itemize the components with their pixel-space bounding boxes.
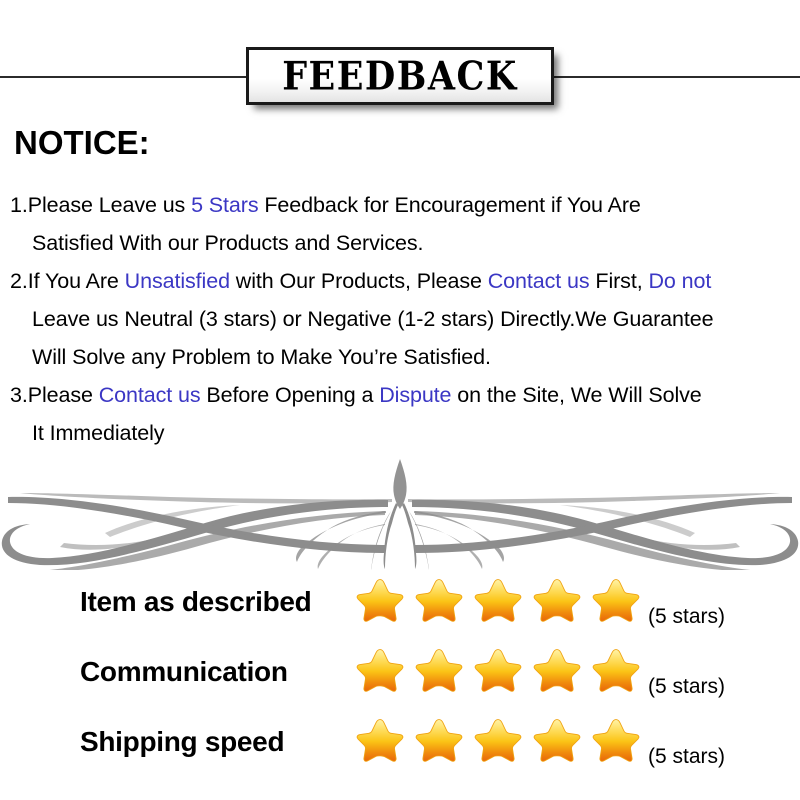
feedback-header-band: FEEDBACK [0,44,800,110]
ratings-section: Item as described (5 stars) Communication (… [0,572,800,782]
notice-heading: NOTICE: [14,124,150,161]
star-count-label: (5 stars) [648,745,726,768]
notice-highlight: Contact us [487,269,590,293]
rating-row: Shipping speed (5 stars) [0,712,800,782]
star-icon[interactable] [473,717,523,767]
notice-highlight: Contact us [98,383,201,407]
notice-text: Satisfied With our Products and Services… [32,231,424,255]
notice-text: Before Opening a [200,383,380,407]
notice-line: Leave us Neutral (3 stars) or Negative (… [10,300,800,338]
notice-text: 3.Please [10,383,99,407]
notice-text: on the Site, We Will Solve [451,383,702,407]
notice-text: It Immediately [32,421,165,445]
star-icon[interactable] [532,647,582,697]
notice-highlight: 5 Stars [191,193,259,217]
star-icon[interactable] [355,577,405,627]
star-icon[interactable] [355,717,405,767]
star-rating[interactable] [355,717,641,767]
star-icon[interactable] [532,717,582,767]
star-icon[interactable] [414,577,464,627]
page-title: FEEDBACK [282,53,518,99]
ornamental-divider [0,455,800,572]
notice-line: Will Solve any Problem to Make You’re Sa… [10,338,800,376]
notice-list: 1.Please Leave us 5 Stars Feedback for E… [10,186,800,452]
flourish-icon [1,459,799,572]
star-icon[interactable] [355,647,405,697]
notice-text: 1.Please Leave us [10,193,192,217]
feedback-title-box: FEEDBACK [246,47,554,105]
notice-text: 2.If You Are [10,269,125,293]
notice-text: Leave us Neutral (3 stars) or Negative (… [32,307,714,331]
rating-row: Item as described (5 stars) [0,572,800,642]
header-rule-right [552,76,800,78]
star-icon[interactable] [414,647,464,697]
rating-row: Communication (5 stars) [0,642,800,712]
notice-line: 1.Please Leave us 5 Stars Feedback for E… [10,186,800,224]
star-icon[interactable] [473,577,523,627]
notice-line: Satisfied With our Products and Services… [10,224,800,262]
rating-label: Shipping speed [80,726,285,757]
star-count-label: (5 stars) [648,605,726,628]
header-rule-left [0,76,248,78]
notice-text: with Our Products, Please [229,269,488,293]
star-icon[interactable] [591,717,641,767]
star-rating[interactable] [355,577,641,627]
notice-line: It Immediately [10,414,800,452]
notice-line: 3.Please Contact us Before Opening a Dis… [10,376,800,414]
rating-label: Communication [80,656,288,687]
notice-highlight: Do not [648,269,712,293]
star-icon[interactable] [414,717,464,767]
notice-line: 2.If You Are Unsatisfied with Our Produc… [10,262,800,300]
star-icon[interactable] [591,577,641,627]
notice-text: First, [589,269,649,293]
notice-highlight: Unsatisfied [124,269,230,293]
star-rating[interactable] [355,647,641,697]
star-icon[interactable] [591,647,641,697]
rating-label: Item as described [80,586,312,617]
notice-text: Feedback for Encouragement if You Are [258,193,641,217]
star-icon[interactable] [532,577,582,627]
notice-highlight: Dispute [379,383,452,407]
star-count-label: (5 stars) [648,675,726,698]
star-icon[interactable] [473,647,523,697]
notice-text: Will Solve any Problem to Make You’re Sa… [32,345,491,369]
